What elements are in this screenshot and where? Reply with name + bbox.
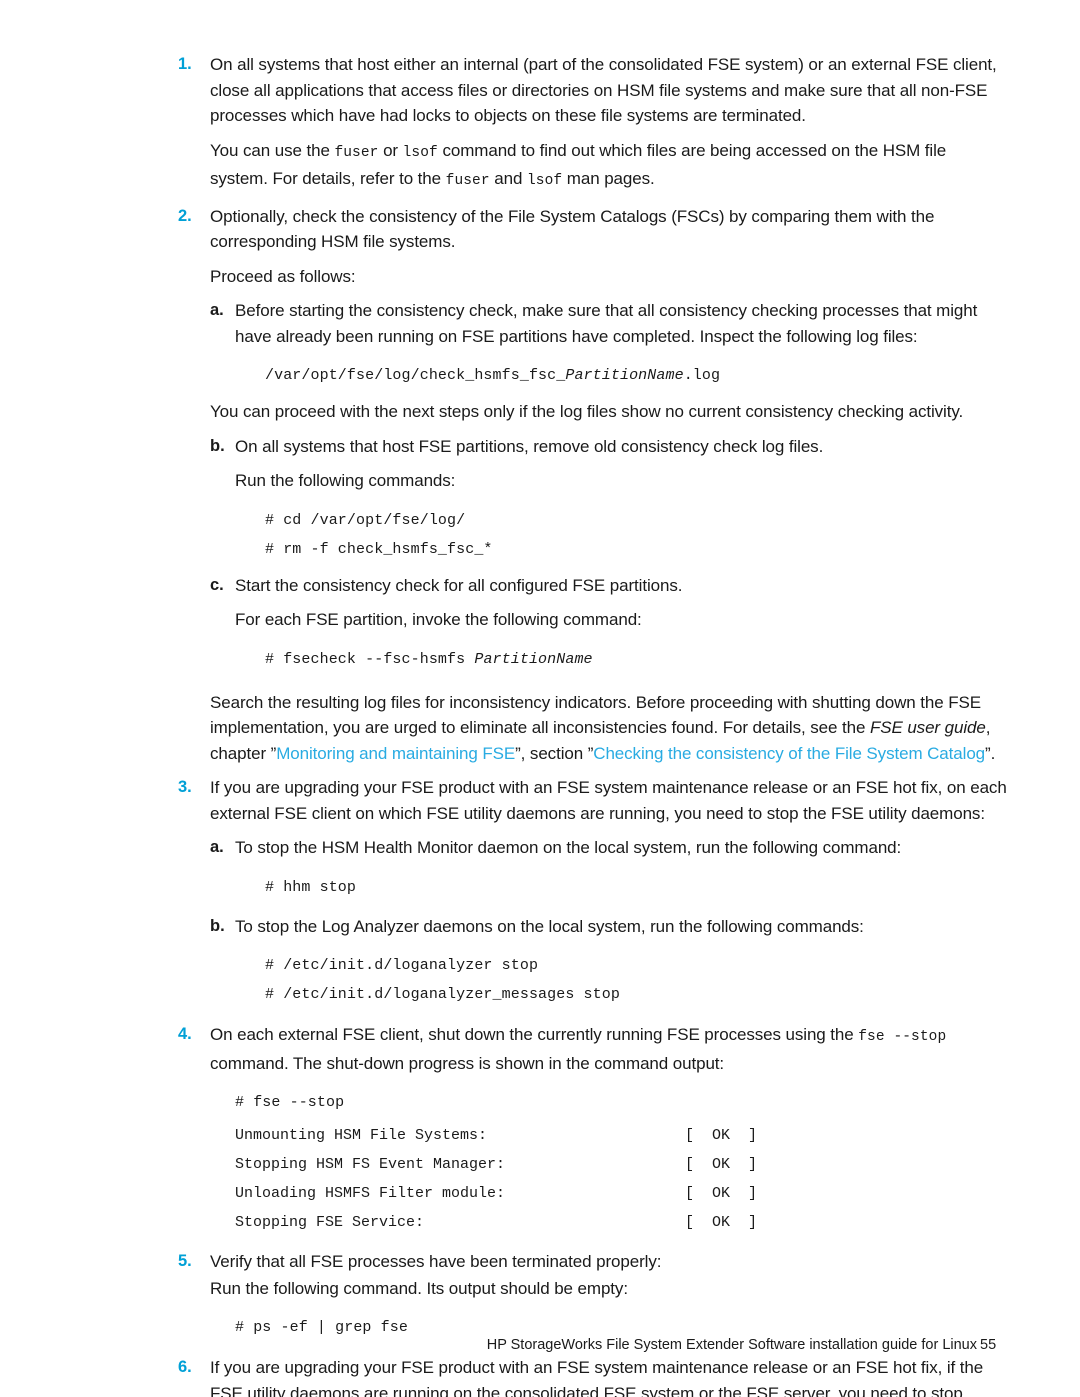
list-item-step-2a: a. Before starting the consistency check… [210,298,1008,349]
footer-title: HP StorageWorks File System Extender Sof… [486,1337,977,1353]
list-marker-6: 6. [178,1358,192,1376]
fsecheck-prefix: # fsecheck --fsc-hsmfs [265,650,475,668]
search-fse-user-guide: FSE user guide [869,718,986,737]
list-item-step-3b: b. To stop the Log Analyzer daemons on t… [210,914,1008,940]
step-1-para-part-1: You can use the [210,140,335,160]
list-marker-2b: b. [210,436,225,455]
output-status: [ OK ] [685,1185,758,1202]
step-3b-code-loganalyzer-messages: # /etc/init.d/loganalyzer_messages stop [265,986,620,1003]
step-2b-code-rm: # rm -f check_hsmfs_fsc_* [265,540,493,558]
list-item-step-3: 3. If you are upgrading your FSE product… [178,775,1008,826]
step-1-para-part-4: and [489,169,527,188]
list-marker-2a: a. [210,301,224,319]
step-3a-text: To stop the HSM Health Monitor daemon on… [235,838,902,857]
list-marker-3a: a. [210,838,224,856]
output-label: Unloading HSMFS Filter module: [235,1185,506,1202]
link-checking-consistency-fsc[interactable]: Checking the consistency of the File Sys… [593,744,985,763]
step-4-command-output: Unmounting HSM File Systems: [ OK ] Stop… [235,1121,1008,1237]
step-4-part-2: command. The shut-down progress is shown… [210,1053,725,1073]
list-marker-5: 5. [178,1252,192,1270]
page-content: 1. On all systems that host either an in… [178,52,1008,1397]
step-2-text: Optionally, check the consistency of the… [210,206,935,252]
step-2c-run-text: For each FSE partition, invoke the follo… [235,610,642,629]
step-2c-code-fsecheck: # fsecheck --fsc-hsmfs PartitionName [265,645,1008,674]
step-2b-run-text: Run the following commands: [235,471,456,490]
step-2b-text: On all systems that host FSE partitions,… [235,436,824,456]
list-marker-3b: b. [210,916,225,935]
step-2b-code-cd: # cd /var/opt/fse/log/ [265,511,466,529]
step-3b-code-loganalyzer: # /etc/init.d/loganalyzer stop [265,957,539,974]
list-item-step-5: 5. Verify that all FSE processes have be… [178,1249,1008,1275]
list-item-step-1: 1. On all systems that host either an in… [178,52,1008,129]
step-2-proceed-text: Proceed as follows: [210,266,356,286]
step-3b-text: To stop the Log Analyzer daemons on the … [235,916,864,936]
step-5-text: Verify that all FSE processes have been … [210,1252,662,1271]
step-1-para-part-5: man pages. [562,169,655,188]
step-6-text: If you are upgrading your FSE product wi… [210,1358,984,1397]
output-row: Unmounting HSM File Systems: [ OK ] [235,1121,1008,1150]
output-row: Stopping HSM FS Event Manager: [ OK ] [235,1150,1008,1179]
step-1-text: On all systems that host either an inter… [210,55,997,125]
page-footer: HP StorageWorks File System Extender Sof… [0,1332,1080,1358]
list-item-step-4: 4. On each external FSE client, shut dow… [178,1022,1008,1076]
logpath-suffix: .log [683,367,721,384]
step-1-inline-code-lsof: lsof [402,144,438,161]
step-2a-code-logpath: /var/opt/fse/log/check_hsmfs_fsc_Partiti… [265,361,1008,390]
logpath-partition-name: PartitionName [565,367,684,384]
footer-page-number: 55 [980,1337,997,1353]
output-label: Stopping FSE Service: [235,1214,425,1231]
list-item-step-2: 2. Optionally, check the consistency of … [178,204,1008,255]
step-4-part-1: On each external FSE client, shut down t… [210,1025,859,1044]
output-row: Unloading HSMFS Filter module: [ OK ] [235,1179,1008,1208]
output-label: Unmounting HSM File Systems: [235,1127,488,1144]
step-2a-after-text: You can proceed with the next steps only… [210,402,964,421]
document-page: 1. On all systems that host either an in… [0,0,1080,1397]
output-status: [ OK ] [685,1214,758,1231]
step-2a-text: Before starting the consistency check, m… [235,301,978,346]
list-item-step-2c: c. Start the consistency check for all c… [210,573,1008,599]
step-2c-text: Start the consistency check for all conf… [235,575,683,595]
list-marker-2c: c. [210,575,224,594]
step-3a-code-hhm-stop: # hhm stop [265,878,357,896]
link-monitoring-and-maintaining-fse[interactable]: Monitoring and maintaining FSE [276,744,515,763]
list-item-step-2b: b. On all systems that host FSE partitio… [210,434,1008,460]
step-1-paragraph: You can use the fuser or lsof command to… [210,138,1008,195]
search-part-3: ”, section ” [515,743,594,763]
list-marker-1: 1. [178,55,192,73]
list-marker-4: 4. [178,1025,192,1043]
step-4-code-fse-stop: # fse --stop [235,1094,345,1111]
logpath-prefix: /var/opt/fse/log/check_hsmfs_fsc_ [265,367,566,384]
step-1-inline-code-fuser-2: fuser [445,173,490,189]
output-status: [ OK ] [685,1156,758,1173]
output-status: [ OK ] [685,1127,758,1144]
step-5-run-text: Run the following command. Its output sh… [210,1278,628,1298]
step-1-inline-code-fuser: fuser [334,144,379,161]
list-marker-2: 2. [178,206,192,225]
output-label: Stopping HSM FS Event Manager: [235,1156,506,1173]
step-4-inline-code-fse-stop: fse --stop [858,1029,947,1045]
list-marker-3: 3. [178,778,192,796]
search-part-1: Search the resulting log files for incon… [210,692,981,738]
step-1-para-part-2: or [378,140,403,160]
step-2-search-paragraph: Search the resulting log files for incon… [210,690,1008,767]
output-row: Stopping FSE Service: [ OK ] [235,1208,1008,1237]
list-item-step-3a: a. To stop the HSM Health Monitor daemon… [210,835,1008,861]
list-item-step-6: 6. If you are upgrading your FSE product… [178,1355,1008,1397]
step-1-inline-code-lsof-2: lsof [526,173,563,189]
search-part-4: ”. [985,743,996,763]
step-4-text: On each external FSE client, shut down t… [210,1022,1008,1076]
fsecheck-partition-name: PartitionName [474,650,593,668]
step-3-text: If you are upgrading your FSE product wi… [210,778,1007,823]
